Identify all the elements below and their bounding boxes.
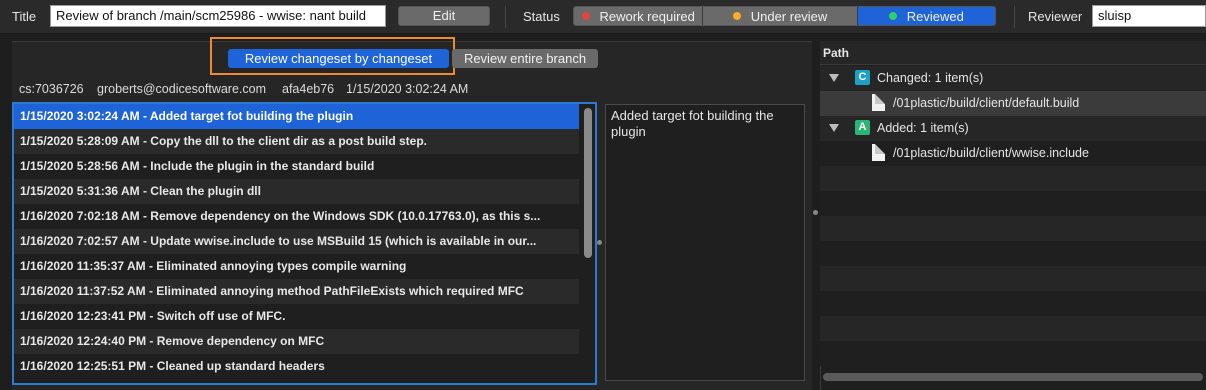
- reviewer-label: Reviewer: [1028, 9, 1083, 24]
- list-scrollbar[interactable]: [584, 108, 592, 258]
- status-dot-icon: [732, 12, 741, 20]
- status-rework-required[interactable]: Rework required: [574, 7, 704, 25]
- expand-triangle-icon[interactable]: [829, 124, 839, 132]
- changeset-row[interactable]: 1/16/2020 12:24:40 PM - Remove dependenc…: [14, 329, 579, 354]
- status-dot-icon: [581, 12, 590, 20]
- status-option-label: Under review: [750, 8, 828, 24]
- status-label: Status: [523, 9, 560, 24]
- changeset-hash: afa4eb76: [282, 82, 335, 96]
- tree-file-row[interactable]: /01plastic/build/client/wwise.include: [820, 141, 1206, 166]
- expand-triangle-icon[interactable]: [829, 74, 839, 82]
- review-entire-branch-button[interactable]: Review entire branch: [452, 49, 598, 68]
- review-changeset-by-changeset-button[interactable]: Review changeset by changeset: [228, 49, 449, 68]
- status-under-review[interactable]: Under review: [703, 7, 858, 25]
- status-dot-icon: [888, 12, 897, 20]
- edit-button[interactable]: Edit: [398, 6, 490, 26]
- reviewer-input[interactable]: sluisp: [1092, 5, 1206, 27]
- tree-group-changed[interactable]: C Changed: 1 item(s): [820, 66, 1206, 91]
- changeset-row[interactable]: 1/15/2020 3:02:24 AM - Added target fot …: [14, 104, 579, 129]
- file-icon: [872, 94, 885, 111]
- tree-empty-row: [820, 316, 1206, 341]
- splitter-grip-icon[interactable]: [813, 210, 818, 215]
- changed-badge-icon: C: [855, 70, 870, 85]
- tree-empty-row: [820, 241, 1206, 266]
- status-option-label: Rework required: [599, 8, 695, 24]
- divider: [505, 6, 506, 28]
- status-segmented-control: Rework required Under review Reviewed: [573, 6, 996, 26]
- changeset-row[interactable]: 1/16/2020 12:23:41 PM - Switch off use o…: [14, 304, 579, 329]
- changeset-row[interactable]: 1/15/2020 5:31:36 AM - Clean the plugin …: [14, 179, 579, 204]
- added-badge-icon: A: [855, 120, 870, 135]
- changeset-comment: Added target fot building the plugin: [605, 104, 805, 381]
- changeset-row[interactable]: 1/16/2020 12:25:51 PM - Cleaned up stand…: [14, 354, 579, 379]
- tree-empty-row: [820, 341, 1206, 366]
- changeset-row[interactable]: 1/15/2020 5:28:56 AM - Include the plugi…: [14, 154, 579, 179]
- title-input[interactable]: Review of branch /main/scm25986 - wwise:…: [50, 5, 386, 27]
- tree-group-added[interactable]: A Added: 1 item(s): [820, 116, 1206, 141]
- tree-empty-row: [820, 291, 1206, 316]
- tree-empty-row: [820, 166, 1206, 191]
- title-label: Title: [12, 9, 37, 24]
- splitter-grip-icon[interactable]: [597, 240, 602, 245]
- status-option-label: Reviewed: [906, 8, 964, 24]
- tree-empty-row: [820, 191, 1206, 216]
- tree-empty-row: [820, 266, 1206, 291]
- tree-empty-row: [820, 216, 1206, 241]
- top-toolbar: Title Review of branch /main/scm25986 - …: [0, 0, 1206, 34]
- status-reviewed[interactable]: Reviewed: [857, 7, 995, 25]
- changeset-row[interactable]: 1/16/2020 11:37:52 AM - Eliminated annoy…: [14, 279, 579, 304]
- tree-horizontal-scrollbar[interactable]: [823, 373, 1203, 381]
- file-icon: [872, 144, 885, 161]
- changeset-row[interactable]: 1/16/2020 11:35:37 AM - Eliminated annoy…: [14, 254, 579, 279]
- group-label: Changed: 1 item(s): [877, 71, 984, 85]
- file-path: /01plastic/build/client/wwise.include: [893, 146, 1089, 160]
- changeset-row[interactable]: 1/16/2020 7:02:57 AM - Update wwise.incl…: [14, 229, 579, 254]
- tree-file-row[interactable]: /01plastic/build/client/default.build: [820, 91, 1206, 116]
- file-path: /01plastic/build/client/default.build: [893, 96, 1080, 110]
- changeset-row[interactable]: 1/16/2020 7:02:18 AM - Remove dependency…: [14, 204, 579, 229]
- changeset-date: 1/15/2020 3:02:24 AM: [346, 82, 469, 96]
- changeset-row[interactable]: 1/15/2020 5:28:09 AM - Copy the dll to t…: [14, 129, 579, 154]
- group-label: Added: 1 item(s): [877, 121, 969, 135]
- changeset-list[interactable]: 1/15/2020 3:02:24 AM - Added target fot …: [12, 102, 597, 385]
- path-column-header[interactable]: Path: [820, 41, 1206, 65]
- changeset-author: groberts@codicesoftware.com: [97, 82, 267, 96]
- divider: [1014, 6, 1015, 28]
- changeset-id: cs:7036726: [19, 82, 84, 96]
